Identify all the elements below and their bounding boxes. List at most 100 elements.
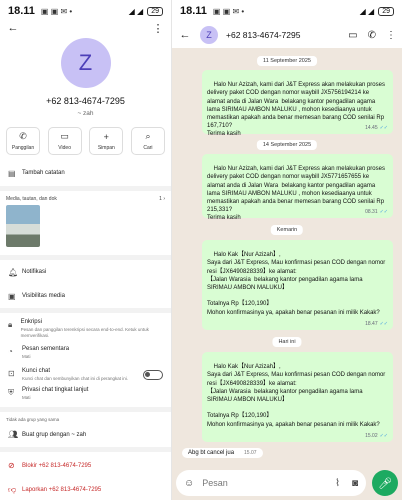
message-time: 15.02 <box>365 432 378 439</box>
message-composer[interactable]: ☺ Pesan ⌇ ◙ <box>176 470 366 496</box>
create-group-label: Buat grup dengan ~ zah <box>22 431 87 438</box>
battery-icon: 29 <box>147 6 163 16</box>
message-text: Halo Kak【Nur Azizah】, Saya dari J&T Expr… <box>207 252 386 316</box>
read-receipt-icon: ✓✓ <box>379 320 388 327</box>
chat-lock-title: Kunci chat <box>22 367 51 374</box>
back-arrow-icon[interactable]: ← <box>178 28 192 42</box>
encryption-desc: Pesan dan panggilan terenkripsi secara e… <box>20 327 149 338</box>
more-options-icon[interactable]: ⋮ <box>386 30 396 41</box>
sticker-icon[interactable]: ☺ <box>184 478 194 489</box>
status-bar: 18.11 ▣ ▣ ✉ • ◢ ◢ 29 <box>0 0 171 22</box>
disappearing-title: Pesan sementara <box>22 346 70 352</box>
back-arrow-icon[interactable]: ← <box>6 21 20 35</box>
search-icon: ⌕ <box>145 131 151 141</box>
add-person-icon: + <box>103 131 109 142</box>
date-separator: Hari ini <box>272 337 302 347</box>
contact-phone: +62 813-4674-7295 <box>46 96 125 106</box>
media-visibility-label: Visibilitas media <box>22 293 65 299</box>
more-options-icon[interactable]: ⋮ <box>151 21 165 35</box>
attach-icon[interactable]: ⌇ <box>335 478 340 489</box>
message-text: Halo Nur Azizah, kami dari J&T Express a… <box>207 82 385 138</box>
message-time: 15.07 <box>244 450 257 456</box>
message-bubble[interactable]: Halo Nur Azizah, kami dari J&T Express a… <box>202 154 393 222</box>
media-count: 1 › <box>159 196 165 202</box>
microphone-icon: 🎤︎ <box>378 477 392 490</box>
media-label: Media, tautan, dan dok <box>6 196 57 202</box>
encryption-row[interactable]: 🔒︎ Enkripsi Pesan dan panggilan terenkrip… <box>0 319 171 338</box>
note-icon: ▤ <box>8 168 16 178</box>
chat-lock-desc: Kunci chat dan sembunyikan chat ini di p… <box>22 375 129 381</box>
message-bubble[interactable]: Halo Kak【Nur Azizah】, Saya dari J&T Expr… <box>202 240 393 330</box>
disappearing-messages-row[interactable]: ◔ Pesan sementara Mati <box>0 346 171 360</box>
report-row[interactable]: 👎︎ Laporkan +62 813-4674-7295 <box>0 484 171 496</box>
notifications-label: Notifikasi <box>22 269 47 275</box>
message-text: Abg bt cancel jua <box>188 450 235 456</box>
video-call-icon[interactable]: ▭ <box>348 30 357 41</box>
read-receipt-icon: ✓✓ <box>379 208 388 215</box>
battery-icon: 29 <box>378 6 394 16</box>
status-time: 18.11 <box>180 5 207 17</box>
phone-icon[interactable]: ✆ <box>368 30 376 41</box>
read-receipt-icon: ✓✓ <box>379 432 388 439</box>
chat-contact-name[interactable]: +62 813-4674-7295 <box>226 30 300 40</box>
chat-lock-toggle[interactable] <box>143 369 163 380</box>
chat-header: ← Z +62 813-4674-7295 ▭ ✆ ⋮ <box>172 22 402 48</box>
add-note-label: Tambah catatan <box>22 170 65 176</box>
chat-lock-icon: ⊡ <box>8 368 15 378</box>
save-button[interactable]: + Simpan <box>89 127 124 155</box>
message-time: 14.45 <box>365 124 378 131</box>
notification-icons: ▣ ▣ ✉ • <box>212 6 245 16</box>
video-button[interactable]: ▭ Video <box>47 127 82 155</box>
advanced-privacy-row[interactable]: ⛨ Privasi chat tingkat lanjut Mati <box>0 387 171 401</box>
bell-icon: 🔔︎ <box>8 267 19 277</box>
search-label: Cari <box>143 145 153 151</box>
signal-icon: ◢ ◢ <box>359 6 375 16</box>
status-time: 18.11 <box>8 5 35 17</box>
message-bubble[interactable]: Halo Kak【Nur Azizah】, Saya dari J&T Expr… <box>202 352 393 442</box>
signal-icon: ◢ ◢ <box>128 6 144 16</box>
thumbs-down-icon: 👎︎ <box>8 484 17 494</box>
contact-subtitle: ~ zah <box>77 110 94 117</box>
message-bubble[interactable]: Halo Nur Azizah, kami dari J&T Express a… <box>202 70 393 138</box>
chat-panel: 18.11 ▣ ▣ ✉ • ◢ ◢ 29 ← Z +62 813-4674-729… <box>172 0 402 500</box>
camera-icon[interactable]: ◙ <box>352 478 358 489</box>
privacy-value: Mati <box>22 395 31 400</box>
media-thumbnail[interactable] <box>6 205 40 247</box>
block-row[interactable]: ⊘ Blokir +62 813-4674-7295 <box>0 460 171 472</box>
status-bar: 18.11 ▣ ▣ ✉ • ◢ ◢ 29 <box>172 0 402 22</box>
block-label: Blokir +62 813-4674-7295 <box>22 462 92 469</box>
report-label: Laporkan +62 813-4674-7295 <box>22 486 102 493</box>
video-label: Video <box>58 145 71 151</box>
notifications-row[interactable]: 🔔︎ Notifikasi <box>0 266 171 278</box>
call-label: Panggilan <box>11 145 35 151</box>
call-button[interactable]: ✆ Panggilan <box>6 127 40 155</box>
chat-avatar[interactable]: Z <box>200 26 218 44</box>
notification-icons: ▣ ▣ ✉ • <box>40 6 73 16</box>
save-label: Simpan <box>97 144 115 151</box>
add-note-row[interactable]: ▤ Tambah catatan <box>0 166 171 180</box>
media-header[interactable]: Media, tautan, dan dok 1 › <box>0 196 171 202</box>
privacy-title: Privasi chat tingkat lanjut <box>22 387 89 393</box>
message-text: Halo Nur Azizah, kami dari J&T Express a… <box>207 166 385 222</box>
mic-button[interactable]: 🎤︎ <box>372 470 398 496</box>
date-separator: 14 September 2025 <box>256 140 318 150</box>
incoming-message[interactable]: Abg bt cancel jua 15.07 <box>182 448 263 458</box>
read-receipt-icon: ✓✓ <box>379 124 388 131</box>
video-icon: ▭ <box>60 131 69 141</box>
date-separator: 11 September 2025 <box>257 56 317 66</box>
chat-lock-row[interactable]: ⊡ Kunci chat Kunci chat dan sembunyikan c… <box>0 368 171 382</box>
contact-avatar[interactable]: Z <box>60 38 111 88</box>
date-separator: Kemarin <box>270 225 304 235</box>
media-visibility-row[interactable]: ▣ Visibilitas media <box>0 290 171 302</box>
search-button[interactable]: ⌕ Cari <box>130 127 165 155</box>
phone-icon: ✆ <box>19 131 27 141</box>
message-time: 08.31 <box>365 208 378 215</box>
contact-info-panel: 18.11 ▣ ▣ ✉ • ◢ ◢ 29 ← ⋮ Z +62 813-4674-7… <box>0 0 172 500</box>
image-icon: ▣ <box>8 291 16 301</box>
group-icon: 👥︎ <box>8 430 19 439</box>
no-groups-label: Tidak ada grup yang sama <box>6 416 60 422</box>
timer-icon: ◔ <box>8 347 13 356</box>
message-input[interactable]: Pesan <box>202 478 228 488</box>
message-time: 18.47 <box>365 320 378 327</box>
create-group-row[interactable]: 👥︎ Buat grup dengan ~ zah <box>0 429 171 441</box>
